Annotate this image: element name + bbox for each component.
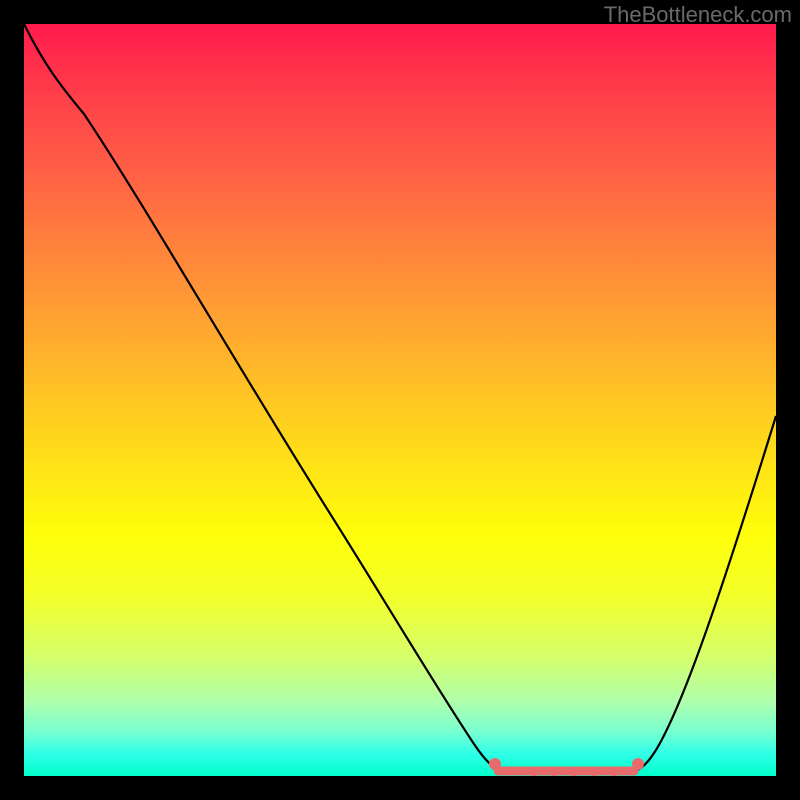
watermark-text: TheBottleneck.com: [604, 2, 792, 28]
optimal-range-right-dot: [632, 758, 644, 770]
plot-area: [24, 24, 776, 776]
bottleneck-curve-svg: [24, 24, 776, 776]
optimal-range-left-dot: [489, 758, 501, 770]
bottleneck-curve-line: [24, 24, 776, 773]
